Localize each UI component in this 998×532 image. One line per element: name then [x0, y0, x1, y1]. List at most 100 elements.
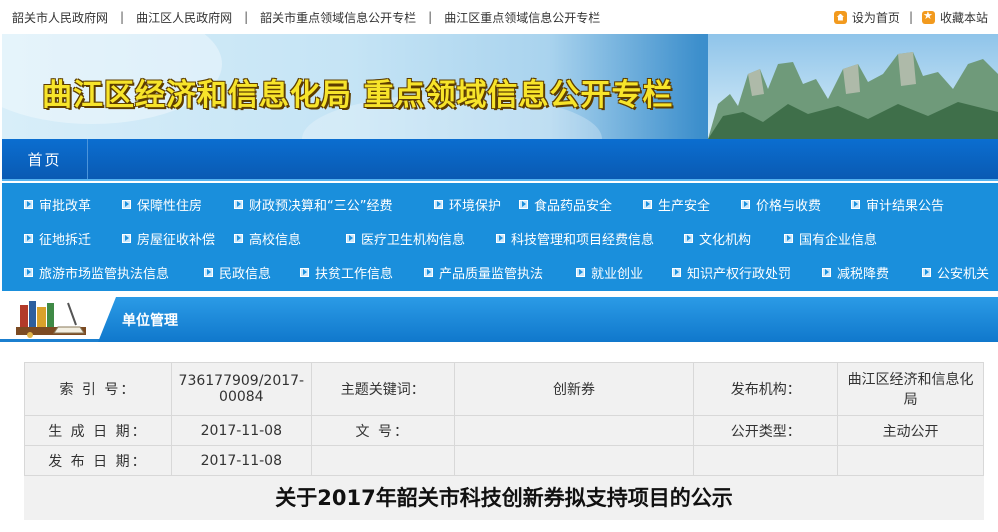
document-info-table: 索 引 号： 736177909/2017-00084 主题关键词： 创新券 发… [24, 362, 984, 476]
category-label: 价格与收费 [756, 198, 822, 214]
arrow-bullet-icon [122, 199, 131, 209]
category-label: 高校信息 [249, 232, 302, 248]
open-type-value: 主动公开 [837, 415, 984, 446]
table-row: 索 引 号： 736177909/2017-00084 主题关键词： 创新券 发… [24, 362, 984, 416]
category-link[interactable]: 公安机关 [922, 263, 989, 282]
category-link[interactable]: 征地拆迁 [24, 229, 122, 248]
category-label: 产品质量监管执法 [439, 266, 544, 282]
arrow-bullet-icon [672, 267, 681, 277]
pub-date-label: 发 布 日 期： [24, 445, 172, 476]
category-link[interactable]: 产品质量监管执法 [424, 263, 576, 282]
category-panel: 审批改革 保障性住房 财政预决算和“三公”经费 环境保护 食品药品安全 生产安全… [2, 183, 998, 291]
category-label: 就业创业 [591, 266, 644, 282]
category-label: 财政预决算和“三公”经费 [249, 198, 393, 214]
arrow-bullet-icon [234, 233, 243, 243]
category-link[interactable]: 国有企业信息 [784, 229, 877, 248]
category-label: 保障性住房 [137, 198, 203, 214]
bookmark-link[interactable]: 收藏本站 [940, 9, 988, 26]
category-label: 环境保护 [449, 198, 502, 214]
arrow-bullet-icon [576, 267, 585, 277]
arrow-bullet-icon [204, 267, 213, 277]
category-link[interactable]: 价格与收费 [741, 195, 851, 214]
category-link[interactable]: 生产安全 [643, 195, 741, 214]
category-link[interactable]: 环境保护 [434, 195, 519, 214]
category-label: 征地拆迁 [39, 232, 92, 248]
category-label: 公安机关 [937, 266, 990, 282]
link-qujiang-gov[interactable]: 曲江区人民政府网 [136, 9, 232, 26]
arrow-bullet-icon [234, 199, 243, 209]
section-title: 单位管理 [122, 313, 178, 329]
star-icon [921, 9, 935, 24]
category-link[interactable]: 保障性住房 [122, 195, 234, 214]
category-label: 房屋征收补偿 [137, 232, 216, 248]
arrow-bullet-icon [922, 267, 931, 277]
arrow-bullet-icon [643, 199, 652, 209]
category-link[interactable]: 医疗卫生机构信息 [346, 229, 496, 248]
category-link[interactable]: 财政预决算和“三公”经费 [234, 195, 434, 214]
empty-cell [310, 445, 455, 476]
separator: | [244, 10, 249, 24]
category-link[interactable]: 知识产权行政处罚 [672, 263, 822, 282]
arrow-bullet-icon [24, 233, 33, 243]
arrow-bullet-icon [346, 233, 355, 243]
gen-date-value: 2017-11-08 [170, 415, 312, 446]
top-links: 韶关市人民政府网 | 曲江区人民政府网 | 韶关市重点领域信息公开专栏 | 曲江… [12, 9, 600, 26]
arrow-bullet-icon [496, 233, 505, 243]
pub-date-value: 2017-11-08 [170, 445, 312, 476]
category-label: 扶贫工作信息 [315, 266, 394, 282]
document-info-panel: 索 引 号： 736177909/2017-00084 主题关键词： 创新券 发… [24, 362, 984, 520]
category-label: 食品药品安全 [534, 198, 613, 214]
mountain-landscape-image [708, 34, 998, 139]
empty-cell [837, 445, 984, 476]
arrow-bullet-icon [519, 199, 528, 209]
banner-title: 曲江区经济和信息化局 重点领域信息公开专栏 [42, 78, 674, 113]
category-row: 征地拆迁 房屋征收补偿 高校信息 医疗卫生机构信息 科技管理和项目经费信息 文化… [24, 221, 998, 255]
empty-cell [453, 445, 695, 476]
category-link[interactable]: 文化机构 [684, 229, 784, 248]
section-tab-bg [98, 297, 998, 342]
keyword-label: 主题关键词： [310, 362, 455, 416]
section-header: 单位管理 [0, 297, 998, 342]
nav-home[interactable]: 首页 [2, 139, 88, 179]
category-label: 文化机构 [699, 232, 752, 248]
category-link[interactable]: 高校信息 [234, 229, 346, 248]
books-icon [16, 301, 86, 338]
category-label: 知识产权行政处罚 [687, 266, 792, 282]
publisher-label: 发布机构： [693, 362, 839, 416]
empty-cell [693, 445, 839, 476]
arrow-bullet-icon [851, 199, 860, 209]
category-link[interactable]: 房屋征收补偿 [122, 229, 234, 248]
category-link[interactable]: 审批改革 [24, 195, 122, 214]
category-label: 民政信息 [219, 266, 272, 282]
category-label: 减税降费 [837, 266, 890, 282]
category-row: 旅游市场监管执法信息 民政信息 扶贫工作信息 产品质量监管执法 就业创业 知识产… [24, 255, 998, 289]
category-link[interactable]: 就业创业 [576, 263, 672, 282]
link-qujiang-key-areas[interactable]: 曲江区重点领域信息公开专栏 [444, 9, 600, 26]
category-link[interactable]: 减税降费 [822, 263, 922, 282]
arrow-bullet-icon [424, 267, 433, 277]
link-shaoguan-key-areas[interactable]: 韶关市重点领域信息公开专栏 [260, 9, 416, 26]
arrow-bullet-icon [122, 233, 131, 243]
top-link-bar: 韶关市人民政府网 | 曲江区人民政府网 | 韶关市重点领域信息公开专栏 | 曲江… [0, 0, 998, 34]
doc-no-label: 文 号： [310, 415, 455, 446]
keyword-value: 创新券 [453, 362, 695, 416]
link-shaoguan-gov[interactable]: 韶关市人民政府网 [12, 9, 108, 26]
category-link[interactable]: 科技管理和项目经费信息 [496, 229, 684, 248]
arrow-bullet-icon [684, 233, 693, 243]
category-label: 审批改革 [39, 198, 92, 214]
category-link[interactable]: 旅游市场监管执法信息 [24, 263, 204, 282]
category-link[interactable]: 民政信息 [204, 263, 300, 282]
category-link[interactable]: 审计结果公告 [851, 195, 944, 214]
category-label: 国有企业信息 [799, 232, 878, 248]
arrow-bullet-icon [24, 267, 33, 277]
separator: | [908, 10, 913, 24]
arrow-bullet-icon [784, 233, 793, 243]
category-label: 旅游市场监管执法信息 [39, 266, 170, 282]
open-type-label: 公开类型： [693, 415, 839, 446]
publisher-value: 曲江区经济和信息化局 [837, 362, 984, 416]
index-label: 索 引 号： [24, 362, 172, 416]
set-home-link[interactable]: 设为首页 [852, 9, 900, 26]
category-link[interactable]: 食品药品安全 [519, 195, 643, 214]
category-link[interactable]: 扶贫工作信息 [300, 263, 424, 282]
header-banner: 曲江区经济和信息化局 重点领域信息公开专栏 [2, 34, 998, 139]
